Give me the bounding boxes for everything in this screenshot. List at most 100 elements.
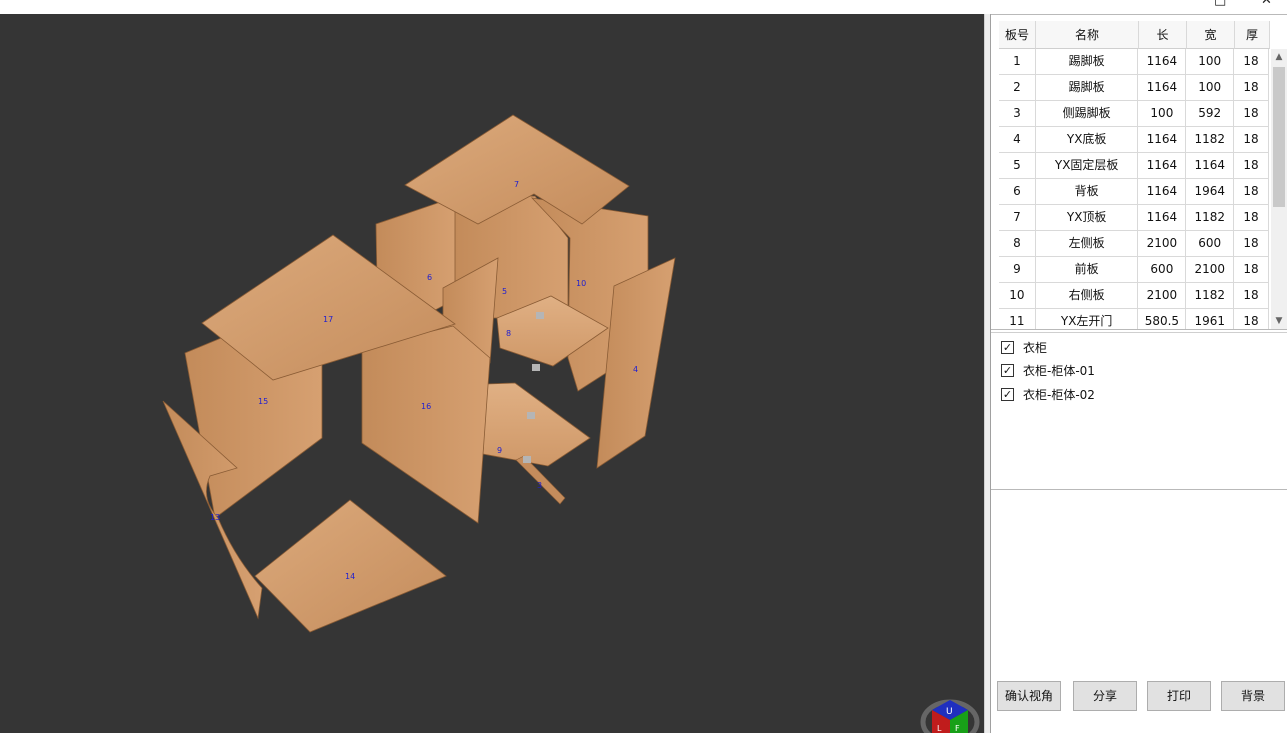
cell-width: 600 bbox=[1186, 231, 1235, 257]
cell-name: 背板 bbox=[1035, 179, 1139, 205]
background-button[interactable]: 背景 bbox=[1221, 681, 1285, 711]
table-row[interactable]: 3 侧踢脚板 100 592 18 bbox=[999, 101, 1269, 127]
share-button[interactable]: 分享 bbox=[1073, 681, 1137, 711]
cell-name: YX底板 bbox=[1035, 127, 1139, 153]
cell-width: 1182 bbox=[1186, 127, 1235, 153]
cell-thickness: 18 bbox=[1234, 101, 1269, 127]
svg-text:U: U bbox=[946, 707, 953, 717]
cell-id: 2 bbox=[999, 75, 1036, 101]
cell-id: 4 bbox=[999, 127, 1036, 153]
panel-label: 13 bbox=[210, 513, 220, 522]
tree-item-label: 衣柜-柜体-02 bbox=[1023, 387, 1095, 402]
cell-name: YX左开门 bbox=[1036, 309, 1139, 329]
cell-width: 2100 bbox=[1186, 257, 1235, 283]
hinge-block bbox=[523, 456, 531, 463]
tree-item-cabinet-02[interactable]: ✓ 衣柜-柜体-02 bbox=[1001, 384, 1095, 404]
column-header-width[interactable]: 宽 bbox=[1187, 21, 1235, 49]
checkbox[interactable]: ✓ bbox=[1001, 387, 1014, 401]
table-row[interactable]: 11 YX左开门 580.5 1961 18 bbox=[999, 309, 1269, 329]
table-body: 1 踢脚板 1164 100 18 2 踢脚板 1164 100 18 3 侧踢脚板 100 592 18 4… bbox=[999, 49, 1269, 329]
cell-name: 右侧板 bbox=[1035, 283, 1139, 309]
cell-thickness: 18 bbox=[1234, 257, 1269, 283]
table-row[interactable]: 5 YX固定层板 1164 1164 18 bbox=[999, 153, 1269, 179]
table-row[interactable]: 2 踢脚板 1164 100 18 bbox=[999, 75, 1269, 101]
print-button[interactable]: 打印 bbox=[1147, 681, 1211, 711]
scroll-up-icon[interactable]: ▲ bbox=[1271, 49, 1287, 65]
column-header-thickness[interactable]: 厚 bbox=[1235, 21, 1270, 49]
table-row[interactable]: 6 背板 1164 1964 18 bbox=[999, 179, 1269, 205]
tree-item-label: 衣柜 bbox=[1023, 340, 1048, 355]
panel-label: 3 bbox=[537, 481, 542, 490]
panel-label: 14 bbox=[345, 572, 355, 581]
column-header-length[interactable]: 长 bbox=[1139, 21, 1187, 49]
view-cube-icon[interactable]: U L F bbox=[920, 699, 980, 733]
cell-length: 600 bbox=[1138, 257, 1187, 283]
table-scrollbar[interactable]: ▲ ▼ bbox=[1271, 49, 1287, 329]
hinge-block bbox=[527, 412, 535, 419]
table-row[interactable]: 9 前板 600 2100 18 bbox=[999, 257, 1269, 283]
cell-length: 1164 bbox=[1138, 205, 1187, 231]
cell-id: 5 bbox=[999, 153, 1036, 179]
cell-name: YX固定层板 bbox=[1035, 153, 1139, 179]
panel-label: 7 bbox=[514, 180, 519, 189]
table-row[interactable]: 4 YX底板 1164 1182 18 bbox=[999, 127, 1269, 153]
cell-name: 前板 bbox=[1035, 257, 1139, 283]
cell-id: 3 bbox=[999, 101, 1036, 127]
cell-name: YX顶板 bbox=[1035, 205, 1139, 231]
panel-front-middle[interactable] bbox=[361, 325, 491, 524]
panel-label: 8 bbox=[506, 329, 511, 338]
hinge-block bbox=[536, 312, 544, 319]
cell-length: 1164 bbox=[1138, 49, 1187, 75]
cell-width: 100 bbox=[1186, 75, 1235, 101]
cell-name: 左侧板 bbox=[1035, 231, 1139, 257]
3d-viewport[interactable]: 7 6 10 17 15 16 8 14 13 4 5 3 9 U L F bbox=[0, 14, 984, 733]
cell-width: 100 bbox=[1186, 49, 1235, 75]
cell-length: 1164 bbox=[1138, 153, 1187, 179]
checkbox[interactable]: ✓ bbox=[1001, 363, 1014, 377]
svg-text:F: F bbox=[955, 724, 960, 733]
panel-label: 16 bbox=[421, 402, 431, 411]
panel-label: 10 bbox=[576, 279, 586, 288]
panel-bottom[interactable] bbox=[254, 499, 447, 633]
panel-label: 6 bbox=[427, 273, 432, 282]
hinge-block bbox=[532, 364, 540, 371]
svg-text:L: L bbox=[937, 724, 942, 733]
tree-item-label: 衣柜-柜体-01 bbox=[1023, 363, 1095, 378]
cell-thickness: 18 bbox=[1234, 205, 1269, 231]
cell-length: 1164 bbox=[1138, 127, 1187, 153]
cell-thickness: 18 bbox=[1234, 179, 1269, 205]
cell-length: 100 bbox=[1138, 101, 1187, 127]
panel-label: 9 bbox=[497, 446, 502, 455]
scroll-down-icon[interactable]: ▼ bbox=[1271, 313, 1287, 329]
table-row[interactable]: 7 YX顶板 1164 1182 18 bbox=[999, 205, 1269, 231]
cell-id: 8 bbox=[999, 231, 1036, 257]
table-row[interactable]: 10 右侧板 2100 1182 18 bbox=[999, 283, 1269, 309]
confirm-view-button[interactable]: 确认视角 bbox=[997, 681, 1061, 711]
cell-id: 1 bbox=[999, 49, 1036, 75]
maximize-icon[interactable]: □ bbox=[1214, 0, 1226, 8]
cell-id: 7 bbox=[999, 205, 1036, 231]
right-panel: 板号 名称 长 宽 厚 1 踢脚板 1164 100 18 2 踢脚板 1164 100 18 3 侧… bbox=[990, 14, 1287, 733]
cell-id: 6 bbox=[999, 179, 1036, 205]
tree-item-cabinet-01[interactable]: ✓ 衣柜-柜体-01 bbox=[1001, 360, 1095, 380]
cell-name: 踢脚板 bbox=[1035, 75, 1139, 101]
title-bar: □ ✕ bbox=[0, 0, 1287, 14]
scroll-thumb[interactable] bbox=[1273, 67, 1285, 207]
cell-thickness: 18 bbox=[1234, 283, 1269, 309]
tree-item-wardrobe[interactable]: ✓ 衣柜 bbox=[1001, 337, 1047, 357]
panel-label: 5 bbox=[502, 287, 507, 296]
checkbox[interactable]: ✓ bbox=[1001, 340, 1014, 354]
cell-id: 10 bbox=[999, 283, 1036, 309]
cell-thickness: 18 bbox=[1234, 153, 1269, 179]
cell-thickness: 18 bbox=[1234, 49, 1269, 75]
table-row[interactable]: 8 左侧板 2100 600 18 bbox=[999, 231, 1269, 257]
panel-label: 4 bbox=[633, 365, 638, 374]
cell-length: 2100 bbox=[1138, 283, 1187, 309]
panel-table: 板号 名称 长 宽 厚 1 踢脚板 1164 100 18 2 踢脚板 1164 100 18 3 侧… bbox=[991, 14, 1287, 330]
column-header-id[interactable]: 板号 bbox=[999, 21, 1036, 49]
column-header-name[interactable]: 名称 bbox=[1036, 21, 1139, 49]
cell-width: 1164 bbox=[1186, 153, 1235, 179]
table-row[interactable]: 1 踢脚板 1164 100 18 bbox=[999, 49, 1269, 75]
close-icon[interactable]: ✕ bbox=[1261, 0, 1272, 8]
exploded-cabinet-model[interactable]: 7 6 10 17 15 16 8 14 13 4 5 3 9 U L F bbox=[0, 14, 984, 733]
